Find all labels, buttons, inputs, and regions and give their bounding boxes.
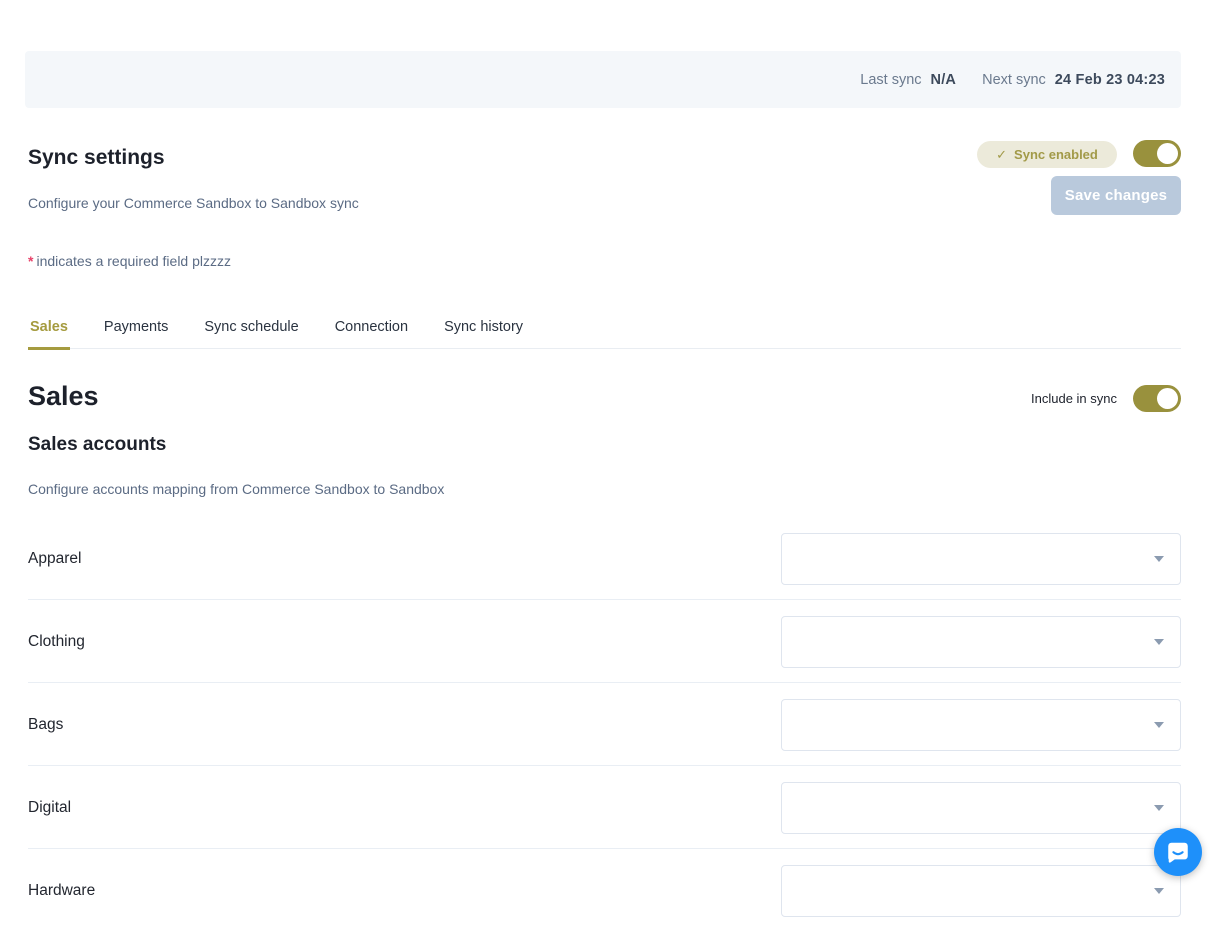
chat-launcher-button[interactable] [1154, 828, 1202, 876]
mapping-row: Hardware [28, 865, 1181, 948]
next-sync-value: 24 Feb 23 04:23 [1055, 72, 1165, 88]
mapping-row-label: Clothing [28, 616, 85, 668]
row-divider [28, 765, 1181, 766]
account-select[interactable] [781, 699, 1181, 751]
account-select[interactable] [781, 865, 1181, 917]
include-in-sync-label: Include in sync [1031, 391, 1117, 406]
tab-payments[interactable]: Payments [102, 315, 170, 348]
tab-sync-schedule[interactable]: Sync schedule [202, 315, 300, 348]
account-select[interactable] [781, 616, 1181, 668]
last-sync-value: N/A [931, 72, 957, 88]
required-field-note: *indicates a required field plzzzz [28, 253, 231, 269]
include-in-sync-toggle[interactable] [1133, 385, 1181, 412]
tab-sync-history[interactable]: Sync history [442, 315, 525, 348]
sync-enabled-badge-label: Sync enabled [1014, 147, 1098, 162]
mapping-row: Bags [28, 699, 1181, 782]
sales-accounts-title: Sales accounts [28, 434, 166, 456]
settings-tabs: Sales Payments Sync schedule Connection … [28, 315, 1181, 349]
next-sync: Next sync 24 Feb 23 04:23 [982, 72, 1165, 88]
chat-bubble-icon [1165, 839, 1191, 865]
page-title: Sync settings [28, 146, 165, 170]
row-divider [28, 848, 1181, 849]
sales-section-title: Sales [28, 381, 99, 412]
toggle-knob [1157, 388, 1178, 409]
mapping-row-label: Digital [28, 782, 71, 834]
sales-accounts-description: Configure accounts mapping from Commerce… [28, 481, 444, 497]
check-icon: ✓ [996, 147, 1007, 163]
account-select[interactable] [781, 782, 1181, 834]
page-subtitle: Configure your Commerce Sandbox to Sandb… [28, 195, 359, 211]
required-asterisk: * [28, 253, 33, 269]
mapping-row-label: Apparel [28, 533, 81, 585]
sync-status-bar: Last sync N/A Next sync 24 Feb 23 04:23 [25, 51, 1181, 108]
chevron-down-icon [1154, 805, 1164, 811]
chevron-down-icon [1154, 556, 1164, 562]
sync-enabled-badge: ✓ Sync enabled [977, 141, 1117, 168]
tab-sales[interactable]: Sales [28, 315, 70, 350]
mapping-row: Digital [28, 782, 1181, 865]
row-divider [28, 682, 1181, 683]
chevron-down-icon [1154, 888, 1164, 894]
mapping-row: Apparel [28, 533, 1181, 616]
sync-enabled-toggle[interactable] [1133, 140, 1181, 167]
save-changes-button[interactable]: Save changes [1051, 176, 1181, 215]
account-select[interactable] [781, 533, 1181, 585]
toggle-knob [1157, 143, 1178, 164]
tab-connection[interactable]: Connection [333, 315, 410, 348]
last-sync-label: Last sync [860, 72, 921, 88]
mapping-row-label: Bags [28, 699, 63, 751]
mapping-row-label: Hardware [28, 865, 95, 917]
required-note-text: indicates a required field plzzzz [36, 253, 231, 269]
row-divider [28, 599, 1181, 600]
next-sync-label: Next sync [982, 72, 1046, 88]
last-sync: Last sync N/A [860, 72, 956, 88]
mapping-row: Clothing [28, 616, 1181, 699]
chevron-down-icon [1154, 722, 1164, 728]
chevron-down-icon [1154, 639, 1164, 645]
